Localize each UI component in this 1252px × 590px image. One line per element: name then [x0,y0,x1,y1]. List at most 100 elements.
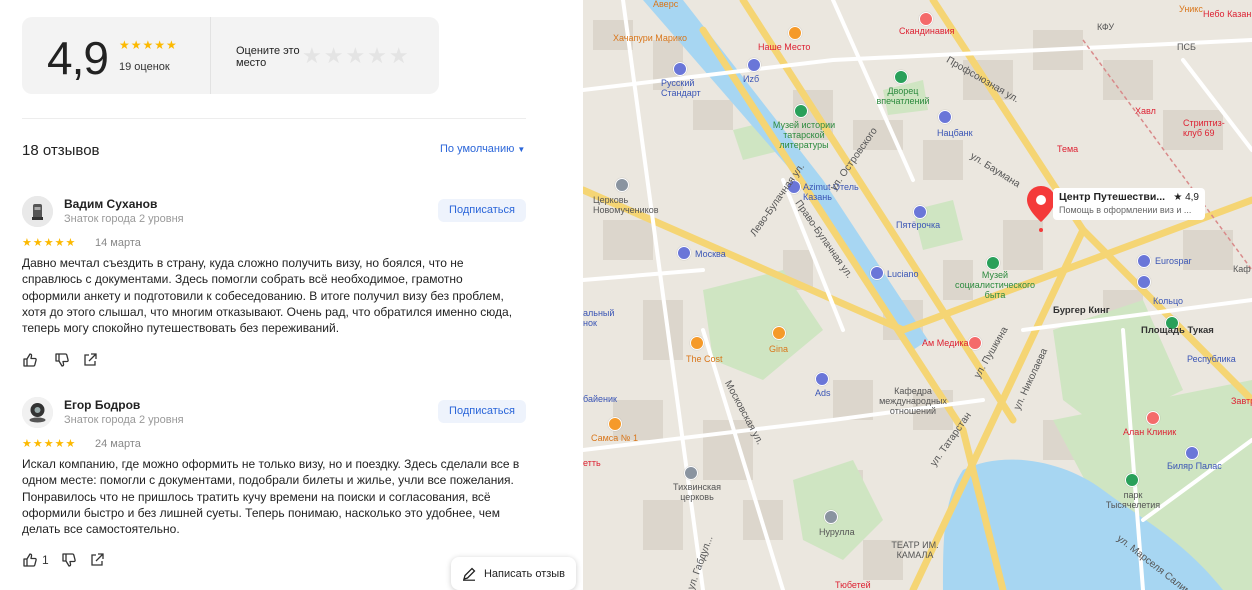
poi-icon[interactable] [938,110,952,124]
map-label: The Cost [686,354,723,364]
map-label: етть [583,458,601,468]
map-label: Самса № 1 [591,433,638,443]
poi-icon[interactable] [824,510,838,524]
review-stars: ★★★★★ [22,438,77,450]
poi-icon[interactable] [1137,275,1151,289]
write-review-button[interactable]: Написать отзыв [451,557,576,590]
poi-icon[interactable] [815,372,829,386]
subscribe-button[interactable]: Подписаться [438,400,526,423]
map-label: Республика [1187,354,1236,364]
map-label: Биляр Палас [1167,461,1222,471]
place-subtitle: Помощь в оформлении виз и ... [1059,205,1192,215]
poi-icon[interactable] [747,58,761,72]
poi-icon[interactable] [968,336,982,350]
rating-divider [210,17,211,94]
map-label: Завтр [1231,396,1252,406]
like-button[interactable] [22,352,42,368]
share-button[interactable] [82,352,98,368]
like-button[interactable]: 1 [22,552,49,568]
map-label: Нурулла [819,527,855,537]
selected-place-card[interactable]: Центр Путешестви... ★ 4,9 Помощь в оформ… [1053,188,1205,220]
map-label: ТЕАТР ИМ. КАМАЛА [891,540,939,560]
poi-icon[interactable] [1146,411,1160,425]
poi-icon[interactable] [794,104,808,118]
map-label: Тихвинская церковь [673,482,721,502]
map-label: Стриптиз-клуб 69 [1183,118,1225,138]
poi-icon[interactable] [894,70,908,84]
share-icon [91,553,104,566]
map-label: Каф [1233,264,1251,274]
map-label: Церковь Новомучеников [593,195,659,215]
map-label: альный нок [583,308,615,328]
poi-icon[interactable] [870,266,884,280]
share-icon [84,353,97,366]
map-label: Музей истории татарской литературы [772,120,836,150]
avatar-image [22,397,53,428]
map-label: Площадь Тукая [1141,325,1214,336]
poi-icon[interactable] [1125,473,1139,487]
poi-icon[interactable] [690,336,704,350]
rating-value: 4,9 [47,32,109,84]
place-rating: ★ 4,9 [1173,192,1199,203]
avatar-image [22,196,53,227]
rating-stars: ★★★★★ [119,38,178,52]
map-label: Luciano [887,269,919,279]
map-label: Gina [769,344,789,354]
map-label: Дворец впечатлений [876,86,930,106]
subscribe-button[interactable]: Подписаться [438,199,526,222]
map-label: парк Тысячелетия [1105,490,1161,510]
map-label: Музей социалистического быта [955,270,1036,300]
sort-dropdown[interactable]: По умолчанию ▼ [440,143,525,155]
map-label: Хавл [1135,106,1156,116]
rating-summary-card: 4,9 ★★★★★ 19 оценок Оцените это место ★★… [22,17,439,94]
map-label: Хачапури Марико [613,33,687,43]
poi-icon[interactable] [772,326,786,340]
map-label: Ам Медика [922,338,969,348]
map-label: Кафедра международных отношений [879,386,947,416]
review-actions: 1 [22,552,105,568]
poi-icon[interactable] [608,417,622,431]
map-view[interactable]: Аверс Хачапури Марико Наше Место Иzб Рус… [583,0,1252,590]
dislike-button[interactable] [54,352,70,368]
poi-icon[interactable] [1137,254,1151,268]
map-label: Русский Стандарт [661,78,701,98]
poi-icon[interactable] [986,256,1000,270]
map-label: Наше Место [758,42,811,52]
poi-icon[interactable] [615,178,629,192]
poi-icon[interactable] [677,246,691,260]
reviewer-level: Знаток города 2 уровня [64,213,184,225]
poi-icon[interactable] [919,12,933,26]
poi-icon[interactable] [913,205,927,219]
map-label: Аверс [653,0,679,9]
thumbs-down-icon [55,353,69,367]
rate-place-stars[interactable]: ★★★★★ [302,43,411,69]
map-label: ПСБ [1177,42,1196,52]
poi-icon[interactable] [684,466,698,480]
poi-icon[interactable] [673,62,687,76]
avatar[interactable] [22,397,53,428]
reviewer-name[interactable]: Вадим Суханов [64,197,157,211]
reviewer-name[interactable]: Егор Бодров [64,398,140,412]
like-count: 1 [42,553,49,567]
reviewer-level: Знаток города 2 уровня [64,414,184,426]
app-root: 4,9 ★★★★★ 19 оценок Оцените это место ★★… [0,0,1252,590]
map-label: Тема [1057,144,1079,154]
map-label: байеник [583,394,617,404]
pencil-icon [462,567,476,581]
poi-icon[interactable] [1185,446,1199,460]
map-label: Бургер Кинг [1053,305,1110,316]
map-label: Eurospar [1155,256,1192,266]
sort-label: По умолчанию [440,143,515,155]
rating-count: 19 оценок [119,61,170,73]
thumbs-up-icon [23,353,37,367]
map-label: Ads [815,388,831,398]
reviews-panel: 4,9 ★★★★★ 19 оценок Оцените это место ★★… [0,0,583,590]
review-date: 24 марта [95,438,141,450]
poi-icon[interactable] [788,26,802,40]
map-label: Небо Казани [1203,9,1252,19]
dislike-button[interactable] [61,552,77,568]
share-button[interactable] [89,552,105,568]
avatar[interactable] [22,196,53,227]
review-date: 14 марта [95,237,141,249]
map-label: Уникс [1179,4,1203,14]
